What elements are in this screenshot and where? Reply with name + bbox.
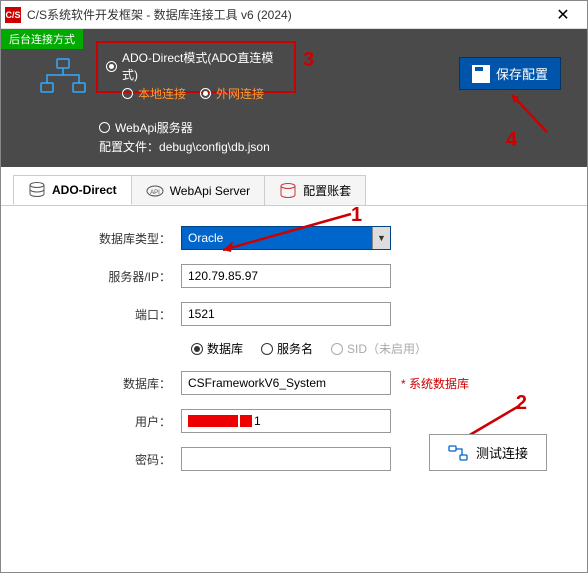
password-label: 密码： (21, 451, 181, 468)
server-input[interactable] (181, 264, 391, 288)
database-label: 数据库： (21, 375, 181, 392)
save-button-label: 保存配置 (496, 64, 548, 83)
db-type-label: 数据库类型： (21, 230, 181, 247)
user-suffix: 1 (254, 414, 261, 428)
close-button[interactable]: ✕ (543, 2, 583, 28)
db-radio[interactable]: 数据库 (191, 340, 243, 357)
user-label: 用户： (21, 413, 181, 430)
connection-icon (448, 445, 468, 461)
api-icon: API (146, 183, 164, 199)
main-window: C/S C/S系统软件开发框架 - 数据库连接工具 v6 (2024) ✕ 后台… (0, 0, 588, 573)
tab-label: 配置账套 (303, 182, 351, 199)
port-input[interactable] (181, 302, 391, 326)
redacted-text (188, 415, 238, 427)
sid-radio-label: SID（未启用） (347, 340, 427, 357)
radio-icon (99, 122, 110, 133)
database-hint: * 系统数据库 (401, 375, 469, 392)
config-path-value: debug\config\db.json (159, 140, 270, 154)
server-label: 服务器/IP： (21, 268, 181, 285)
annotation-4: 4 (506, 129, 517, 152)
password-input[interactable] (181, 447, 391, 471)
radio-icon (261, 343, 273, 355)
header-panel: 后台连接方式 ADO-Direct模式(ADO直连模式) 本地连接 (1, 29, 587, 167)
app-icon: C/S (5, 7, 21, 23)
db-type-select[interactable]: Oracle ▼ (181, 226, 391, 250)
form-panel: 1 数据库类型： Oracle ▼ 服务器/IP： 端口： 数据库 服务名 SI… (1, 206, 587, 495)
connection-mode-tag: 后台连接方式 (1, 29, 83, 49)
service-radio-label: 服务名 (277, 340, 313, 357)
test-button-label: 测试连接 (476, 443, 528, 462)
redacted-text (240, 415, 252, 427)
database-icon (28, 182, 46, 198)
user-input[interactable]: 1 (181, 409, 391, 433)
database-config-icon (279, 183, 297, 199)
ado-direct-label: ADO-Direct模式(ADO直连模式) (122, 49, 286, 83)
tab-webapi[interactable]: API WebApi Server (131, 175, 265, 205)
dropdown-arrow-icon: ▼ (372, 227, 390, 249)
db-type-value: Oracle (188, 231, 223, 245)
tab-config-accounts[interactable]: 配置账套 (264, 175, 366, 205)
titlebar: C/S C/S系统软件开发框架 - 数据库连接工具 v6 (2024) ✕ (1, 1, 587, 29)
webapi-label: WebApi服务器 (115, 119, 193, 136)
tab-label: WebApi Server (170, 184, 250, 198)
service-radio[interactable]: 服务名 (261, 340, 313, 357)
database-input[interactable] (181, 371, 391, 395)
annotation-1: 1 (351, 204, 362, 227)
test-connection-button[interactable]: 测试连接 (429, 434, 547, 471)
ado-mode-group: ADO-Direct模式(ADO直连模式) 本地连接 外网连接 (96, 41, 296, 93)
external-conn-label: 外网连接 (216, 85, 264, 102)
config-label: 配置文件： (99, 140, 159, 154)
save-config-button[interactable]: 保存配置 (459, 57, 561, 90)
radio-icon (191, 343, 203, 355)
port-label: 端口： (21, 306, 181, 323)
save-icon (472, 65, 490, 83)
tab-bar: ADO-Direct API WebApi Server 配置账套 (1, 167, 587, 206)
svg-text:API: API (150, 190, 160, 196)
local-conn-radio[interactable]: 本地连接 (122, 85, 186, 102)
radio-icon (106, 61, 117, 72)
db-radio-label: 数据库 (207, 340, 243, 357)
radio-icon (200, 88, 211, 99)
local-conn-label: 本地连接 (138, 85, 186, 102)
radio-icon (122, 88, 133, 99)
annotation-3: 3 (303, 49, 314, 72)
sid-radio: SID（未启用） (331, 340, 427, 357)
window-title: C/S系统软件开发框架 - 数据库连接工具 v6 (2024) (27, 6, 543, 23)
tab-ado-direct[interactable]: ADO-Direct (13, 175, 132, 205)
external-conn-radio[interactable]: 外网连接 (200, 85, 264, 102)
annotation-2: 2 (516, 392, 527, 415)
radio-icon (331, 343, 343, 355)
network-topology-icon (39, 57, 87, 102)
ado-direct-radio[interactable]: ADO-Direct模式(ADO直连模式) (106, 49, 286, 83)
tab-label: ADO-Direct (52, 183, 117, 197)
